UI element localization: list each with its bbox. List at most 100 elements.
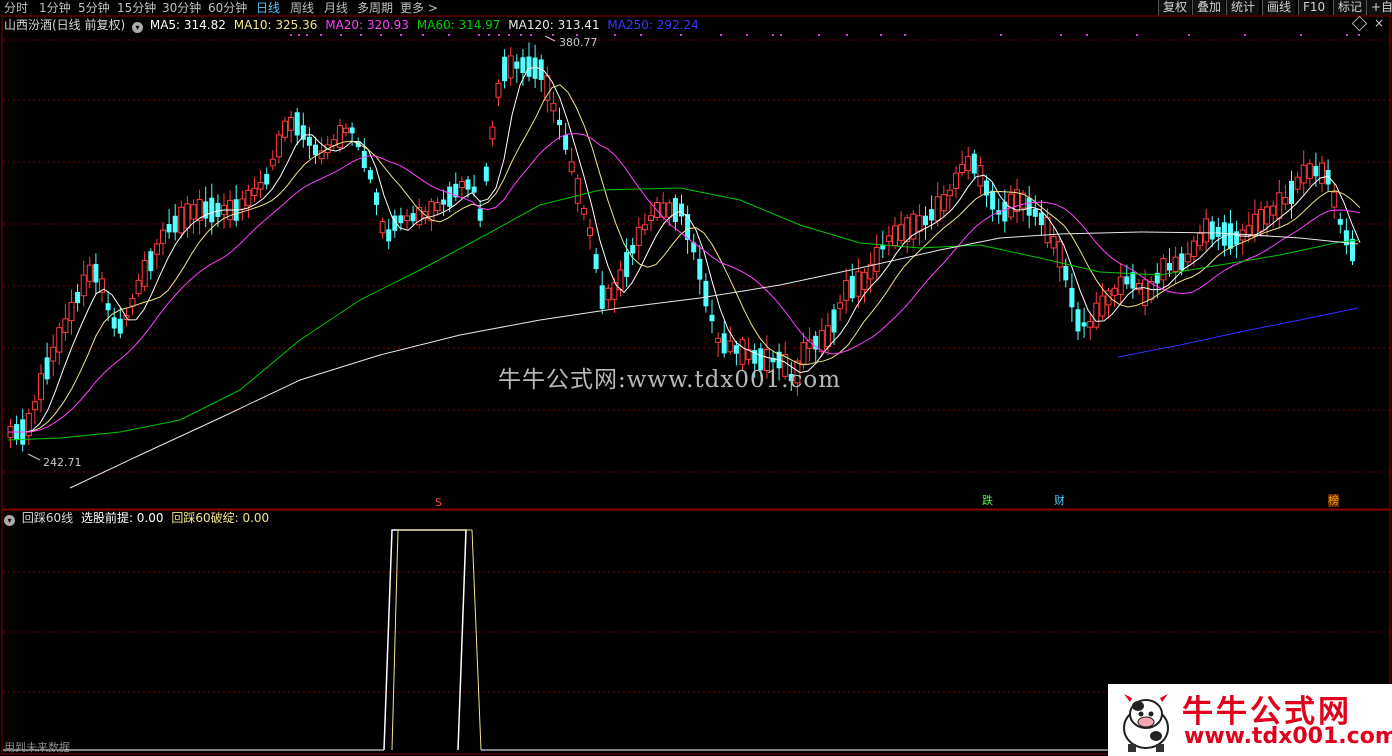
tool-button-5[interactable]: 标记 [1333,0,1367,15]
candle-31 [190,199,197,234]
candle-body-214 [1306,163,1313,180]
candle-body-137 [837,302,844,310]
event-dot-37 [1358,34,1360,36]
candle-10 [62,303,69,341]
panel-close-icon[interactable]: × [1374,16,1384,30]
candle-26 [160,222,166,256]
candle-154 [940,185,947,218]
period-tab-7[interactable]: 周线 [290,0,314,16]
candle-171 [1044,208,1051,248]
candle-86 [526,42,532,82]
candle-body-110 [672,197,678,223]
candle-192 [1172,246,1179,284]
candle-92 [563,122,569,155]
candle-body-57 [349,127,355,134]
candle-body-179 [1093,302,1100,328]
candle-179 [1093,291,1100,331]
event-dots [290,34,1360,36]
tool-button-3[interactable]: 画线 [1262,0,1296,15]
period-tab-8[interactable]: 月线 [324,0,348,16]
period-tab-2[interactable]: 5分钟 [78,0,110,16]
candle-116 [709,299,715,334]
tool-button-1[interactable]: 叠加 [1192,0,1226,15]
stock-title: 山西汾酒(日线 前复权) [4,18,126,32]
event-dot-36 [1346,34,1348,36]
candle-186 [1136,278,1142,295]
candle-body-209 [1276,192,1283,220]
period-tab-10[interactable]: 更多 > [400,0,438,16]
event-marker-fall[interactable]: 跌 [982,494,993,507]
candle-body-39 [239,198,246,210]
low-price-label: 242.71 [43,456,82,469]
candle-body-46 [282,120,288,138]
event-dot-4 [340,34,342,36]
candle-75 [458,176,465,200]
candle-157 [959,150,966,177]
event-dot-8 [422,34,424,36]
tool-button-2[interactable]: 统计 [1226,0,1260,15]
candle-body-174 [1063,266,1069,281]
candle-body-45 [275,134,282,158]
candle-62 [379,217,386,239]
period-tab-1[interactable]: 1分钟 [39,0,71,16]
candle-body-86 [526,56,532,77]
tool-button-0[interactable]: 复权 [1158,0,1192,15]
candle-body-5 [31,401,38,411]
candle-33 [203,186,209,228]
event-dot-23 [772,34,774,36]
site-logo: 牛牛公式网 www.tdx001.com [1108,684,1392,756]
candle-body-66 [404,215,410,222]
candle-body-9 [56,327,63,353]
candle-79 [483,162,489,186]
candle-body-109 [666,202,673,218]
candle-145 [885,225,892,256]
candle-97 [593,247,599,274]
period-tab-3[interactable]: 15分钟 [117,0,156,16]
candle-219 [1337,212,1343,234]
candle-body-50 [306,136,312,146]
candle-body-208 [1270,205,1277,216]
candle-body-216 [1319,162,1325,184]
candle-body-183 [1117,276,1124,295]
candle-body-201 [1228,223,1233,249]
period-tab-6[interactable]: 日线 [256,0,280,16]
candle-body-153 [934,196,941,222]
period-tab-4[interactable]: 30分钟 [162,0,201,16]
tool-button-6[interactable]: +自 [1366,0,1392,15]
candle-body-118 [721,333,727,354]
event-marker-rank[interactable]: 榜 [1328,494,1339,507]
event-dot-2 [306,34,308,36]
candle-body-75 [458,181,465,188]
high-price-label: 380.77 [559,36,598,49]
period-tab-0[interactable]: 分时 [4,0,28,16]
candle-body-76 [465,179,471,190]
candle-body-158 [965,156,972,172]
candle-213 [1300,150,1307,197]
ma60-line [7,187,1359,441]
candle-body-195 [1190,240,1197,257]
candle-body-196 [1197,233,1203,247]
tool-button-4[interactable]: F10 [1298,0,1330,15]
indicator-toggle-icon[interactable]: ▾ [4,515,15,526]
candle-70 [428,198,435,232]
period-tab-9[interactable]: 多周期 [357,0,393,16]
event-marker-s[interactable]: S [435,496,442,509]
candle-209 [1276,179,1283,229]
candle-body-92 [563,135,569,150]
candle-83 [507,47,514,87]
candle-8 [50,334,57,376]
legend-toggle-icon[interactable]: ▾ [132,22,144,33]
ma20-value: MA20: 320.93 [325,18,409,32]
candle-56 [343,123,349,137]
event-marker-finance[interactable]: 财 [1054,494,1065,507]
candle-body-192 [1172,256,1179,272]
event-dot-30 [1060,34,1062,36]
event-dot-7 [400,34,402,36]
candle-37 [227,190,234,229]
period-tab-5[interactable]: 60分钟 [208,0,247,16]
candle-159 [971,149,977,179]
candle-2 [14,415,20,445]
candle-117 [715,332,722,357]
candle-47 [288,110,295,144]
candle-49 [300,112,306,148]
